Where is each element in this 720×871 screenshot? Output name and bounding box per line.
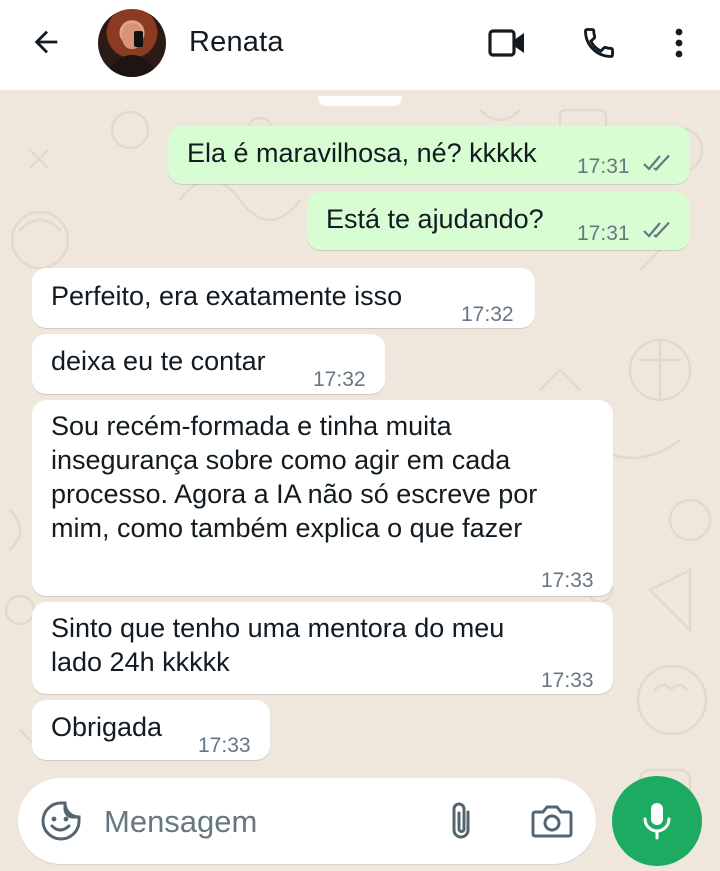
message-bubble-incoming[interactable]: deixa eu te contar 17:32 <box>32 334 385 394</box>
scroll-indicator <box>318 96 402 106</box>
message-time: 17:32 <box>313 368 366 391</box>
message-composer <box>18 778 596 864</box>
message-time: 17:33 <box>541 569 594 592</box>
read-ticks-icon <box>643 154 670 171</box>
message-bubble-incoming[interactable]: Sinto que tenho uma mentora do meu lado … <box>32 602 613 694</box>
message-text: deixa eu te contar <box>51 346 266 376</box>
message-text: Sinto que tenho uma mentora do meu lado … <box>51 613 505 677</box>
video-call-icon[interactable] <box>486 22 528 64</box>
chat-area[interactable]: Ela é maravilhosa, né? kkkkk 17:31 Está … <box>0 90 720 871</box>
message-bubble-incoming[interactable]: Perfeito, era exatamente isso 17:32 <box>32 268 535 328</box>
message-time: 17:31 <box>577 155 630 178</box>
message-text: Ela é maravilhosa, né? kkkkk <box>187 138 537 168</box>
message-bubble-incoming[interactable]: Sou recém-formada e tinha muita insegura… <box>32 400 613 596</box>
voice-call-icon[interactable] <box>578 22 620 64</box>
message-bubble-outgoing[interactable]: Está te ajudando? 17:31 <box>307 192 690 250</box>
message-bubble-outgoing[interactable]: Ela é maravilhosa, né? kkkkk 17:31 <box>168 126 690 184</box>
chat-header: Renata <box>0 0 720 90</box>
avatar[interactable] <box>98 9 166 77</box>
message-time: 17:33 <box>541 669 594 692</box>
message-text: Sou recém-formada e tinha muita insegura… <box>51 411 538 543</box>
message-text: Perfeito, era exatamente isso <box>51 281 403 311</box>
message-text: Está te ajudando? <box>326 204 544 234</box>
more-options-icon[interactable] <box>658 22 700 64</box>
read-ticks-icon <box>643 221 670 238</box>
microphone-icon[interactable] <box>612 776 702 866</box>
message-time: 17:31 <box>577 222 630 245</box>
attach-icon[interactable] <box>444 800 480 842</box>
message-text: Obrigada <box>51 712 163 742</box>
contact-name[interactable]: Renata <box>189 26 284 59</box>
message-time: 17:32 <box>461 303 514 326</box>
message-time: 17:33 <box>198 734 251 757</box>
back-arrow-icon[interactable] <box>26 22 66 62</box>
sticker-icon[interactable] <box>40 800 82 842</box>
camera-icon[interactable] <box>530 801 574 841</box>
message-input[interactable] <box>102 798 406 846</box>
message-bubble-incoming[interactable]: Obrigada 17:33 <box>32 700 270 760</box>
